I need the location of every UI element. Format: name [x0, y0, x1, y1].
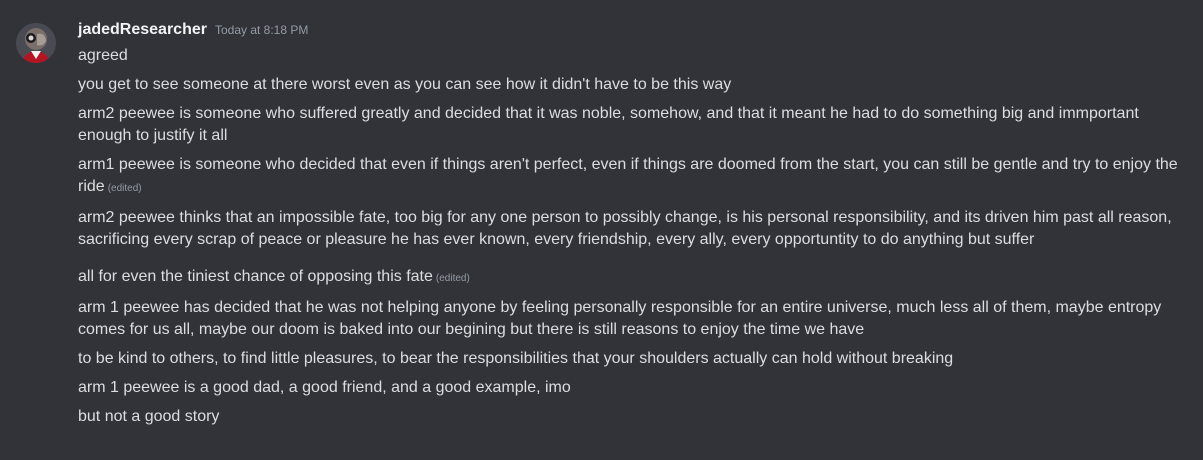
message-line: arm 1 peewee is a good dad, a good frien…: [78, 379, 571, 396]
message-line: all for even the tiniest chance of oppos…: [78, 268, 470, 285]
username[interactable]: jadedResearcher: [78, 21, 207, 39]
edited-label: (edited): [107, 183, 142, 194]
message-line: arm2 peewee thinks that an impossible fa…: [78, 209, 1172, 248]
message-line: but not a good story: [78, 408, 220, 425]
message-line: arm1 peewee is someone who decided that …: [78, 156, 1178, 195]
edited-label: (edited): [435, 273, 470, 284]
timestamp[interactable]: Today at 8:18 PM: [215, 23, 308, 37]
user-avatar-icon: [16, 23, 56, 63]
chat-message: jadedResearcher Today at 8:18 PM agreed …: [0, 0, 1203, 460]
message-line: arm 1 peewee has decided that he was not…: [78, 299, 1162, 338]
message-content: agreed you get to see someone at there w…: [78, 45, 1196, 435]
message-line: agreed: [78, 47, 128, 64]
message-line: you get to see someone at there worst ev…: [78, 76, 732, 93]
avatar[interactable]: [16, 23, 56, 63]
message-line: to be kind to others, to find little ple…: [78, 350, 954, 367]
message-header: jadedResearcher Today at 8:18 PM: [78, 21, 308, 43]
message-line: arm2 peewee is someone who suffered grea…: [78, 105, 1139, 144]
